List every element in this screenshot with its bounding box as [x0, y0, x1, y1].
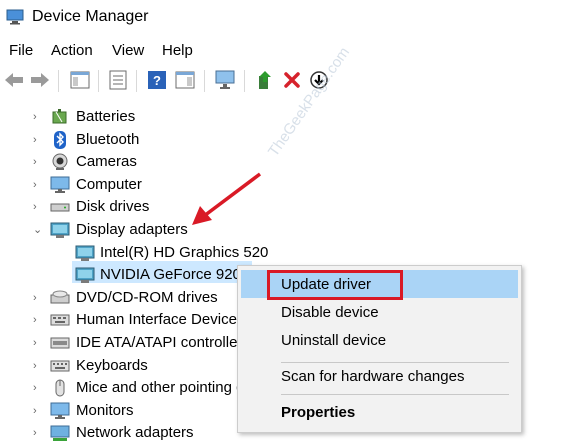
tree-item[interactable]: ⌄ Display adapters: [0, 219, 564, 241]
menu-help[interactable]: Help: [162, 42, 193, 59]
device-manager-icon: [6, 9, 24, 25]
tree-item-label: Intel(R) HD Graphics 520: [100, 244, 269, 261]
tree-item-label: IDE ATA/ATAPI controllers: [76, 334, 250, 351]
chevron-right-icon[interactable]: ›: [33, 157, 43, 168]
tree-item-label: Human Interface Devices: [76, 311, 245, 328]
annotation-arrow: [192, 172, 262, 225]
tree-item-label: Monitors: [76, 402, 134, 419]
forward-icon[interactable]: [28, 68, 52, 92]
chevron-down-icon[interactable]: ⌄: [33, 225, 43, 236]
monitor-icon: [50, 402, 70, 420]
tree-item[interactable]: Intel(R) HD Graphics 520: [0, 242, 564, 264]
toolbar-separator: [136, 70, 137, 92]
chevron-right-icon[interactable]: ›: [33, 112, 43, 123]
network-adapter-icon: [50, 424, 70, 442]
battery-icon: [50, 108, 70, 126]
display-adapter-icon: [50, 221, 70, 239]
chevron-right-icon[interactable]: ›: [33, 180, 43, 191]
display-adapter-icon: [75, 266, 95, 284]
tree-item-label: Disk drives: [76, 198, 150, 215]
scan-hardware-menu-item[interactable]: Scan for hardware changes: [281, 368, 464, 385]
chevron-right-icon[interactable]: ›: [33, 383, 43, 394]
uninstall-device-menu-item[interactable]: Uninstall device: [281, 332, 386, 349]
svg-text:?: ?: [153, 73, 161, 88]
chevron-right-icon[interactable]: ›: [33, 338, 43, 349]
console-tree-icon[interactable]: [68, 68, 92, 92]
tree-item-label: NVIDIA GeForce 920M: [100, 266, 254, 283]
dvd-drive-icon: [50, 289, 70, 307]
toolbar: ?: [0, 66, 564, 96]
tree-item-label: Computer: [76, 176, 142, 193]
chevron-right-icon[interactable]: ›: [33, 293, 43, 304]
disable-device-menu-item[interactable]: Disable device: [281, 304, 379, 321]
menu-action[interactable]: Action: [51, 42, 93, 59]
menu-file[interactable]: File: [9, 42, 33, 59]
display-adapter-icon: [75, 244, 95, 262]
menu-bar: File Action View Help: [0, 40, 564, 62]
toolbar-separator: [58, 70, 59, 92]
title-bar: Device Manager: [0, 0, 564, 36]
toolbar-separator: [98, 70, 99, 92]
tree-item-label: DVD/CD-ROM drives: [76, 289, 218, 306]
properties-menu-item[interactable]: Properties: [281, 404, 355, 421]
properties-sheet-icon[interactable]: [106, 68, 130, 92]
tree-item-label: Keyboards: [76, 357, 148, 374]
computer-icon: [50, 176, 70, 194]
disk-drive-icon: [50, 198, 70, 216]
scan-hardware-icon[interactable]: [213, 68, 237, 92]
tree-item[interactable]: › Disk drives: [0, 196, 564, 218]
ide-controller-icon: [50, 334, 70, 352]
chevron-right-icon[interactable]: ›: [33, 428, 43, 439]
bluetooth-icon: [50, 131, 70, 149]
keyboard-icon: [50, 357, 70, 375]
update-driver-icon[interactable]: [253, 68, 277, 92]
menu-view[interactable]: View: [112, 42, 144, 59]
tree-item-label: Bluetooth: [76, 131, 140, 148]
mouse-icon: [50, 379, 70, 397]
toolbar-separator: [204, 70, 205, 92]
action-pane-icon[interactable]: [173, 68, 197, 92]
uninstall-icon[interactable]: [280, 68, 304, 92]
back-icon[interactable]: [2, 68, 26, 92]
chevron-right-icon[interactable]: ›: [33, 135, 43, 146]
context-menu-separator: [281, 362, 509, 363]
chevron-right-icon[interactable]: ›: [33, 315, 43, 326]
window-title: Device Manager: [32, 8, 149, 25]
help-icon[interactable]: ?: [145, 68, 169, 92]
camera-icon: [50, 153, 70, 171]
hid-icon: [50, 311, 70, 329]
toolbar-separator: [244, 70, 245, 92]
tree-item-label: Network adapters: [76, 424, 194, 441]
chevron-right-icon[interactable]: ›: [33, 202, 43, 213]
tree-item-label: Display adapters: [76, 221, 188, 238]
chevron-right-icon[interactable]: ›: [33, 406, 43, 417]
tree-item[interactable]: › Computer: [0, 174, 564, 196]
context-menu-separator: [281, 394, 509, 395]
annotation-box: [267, 270, 403, 300]
chevron-right-icon[interactable]: ›: [33, 361, 43, 372]
tree-item-label: Batteries: [76, 108, 136, 125]
tree-item-label: Cameras: [76, 153, 137, 170]
